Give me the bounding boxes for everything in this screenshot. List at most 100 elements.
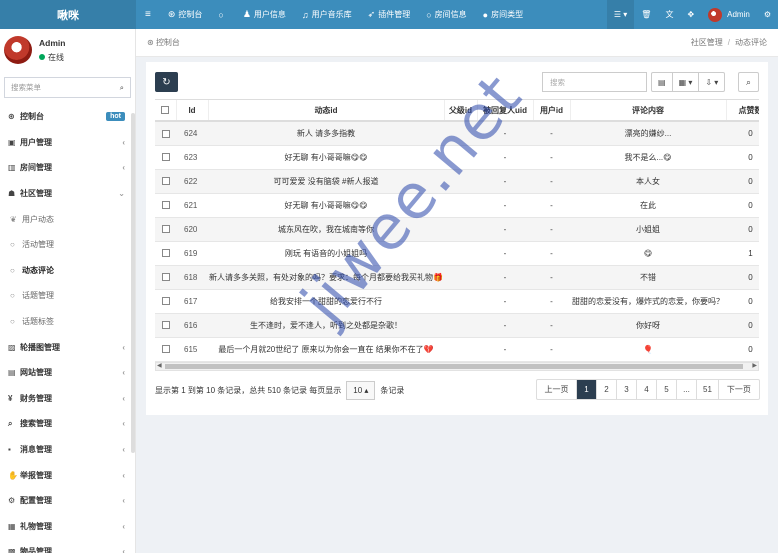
sidebar-item[interactable]: ▦ 礼物管理 ‹ [0, 514, 135, 540]
sidebar-item[interactable]: ✋ 举报管理 ‹ [0, 462, 135, 488]
sidebar-item[interactable]: ▣ 用户管理 ‹ [0, 130, 135, 156]
column-header[interactable]: 点赞数 [726, 100, 759, 122]
row-checkbox[interactable] [161, 129, 170, 138]
row-checkbox[interactable] [161, 153, 170, 162]
refresh-button[interactable]: ↻ [155, 72, 178, 92]
circle-filled-icon: ● [482, 9, 489, 20]
row-checkbox-cell[interactable] [155, 217, 176, 242]
scroll-right-icon[interactable]: ▶ [752, 362, 757, 369]
row-checkbox-cell[interactable] [155, 337, 176, 362]
sidebar-scrollbar[interactable] [131, 113, 135, 453]
search-icon[interactable]: ⌕ [120, 83, 124, 93]
table-row[interactable]: 624 新人 请多多指教 - - 漂亮的嫌纱... 0 [155, 121, 759, 146]
column-header[interactable]: 评论内容 [570, 100, 727, 122]
brand-logo[interactable]: 啾咪 [0, 0, 136, 29]
table-row[interactable]: 618 新人请多多关照，有处对象的吗？要求：每个月都要给我买礼物🎁 - - 不错 0 [155, 265, 759, 290]
column-header[interactable]: 父级id [444, 100, 478, 122]
scroll-left-icon[interactable]: ◀ [157, 362, 162, 369]
row-checkbox[interactable] [161, 273, 170, 282]
sidebar-item[interactable]: ○ 话题管理 [0, 283, 135, 309]
sidebar-item[interactable]: ⌕ 搜索管理 ‹ [0, 411, 135, 437]
row-checkbox-cell[interactable] [155, 145, 176, 170]
sidebar-item[interactable]: ⊛ 控制台 hot [0, 104, 135, 130]
row-checkbox[interactable] [161, 225, 170, 234]
row-checkbox-cell[interactable] [155, 241, 176, 266]
sidebar-search-input[interactable]: 搜索菜单 ⌕ [4, 77, 131, 98]
row-checkbox[interactable] [161, 177, 170, 186]
scroll-thumb[interactable] [165, 364, 743, 369]
export-button[interactable]: ⇩ ▾ [699, 73, 724, 91]
sidebar-item[interactable]: ○ 活动管理 [0, 232, 135, 258]
table-row[interactable]: 615 最后一个月就20世纪了 原来以为你会一直在 结果你不在了💔 - - 🎈 0 [155, 337, 759, 362]
page-number-button[interactable]: 3 [617, 380, 637, 399]
language-button[interactable]: 文 [658, 0, 680, 29]
sidebar-item[interactable]: ▪ 消息管理 ‹ [0, 437, 135, 463]
menu-toggle-button[interactable]: ☰ ▾ [606, 0, 635, 29]
top-nav-tab[interactable]: ➶ 插件管理 [360, 0, 419, 29]
row-checkbox-cell[interactable] [155, 289, 176, 314]
chevron-icon: ⌄ [118, 189, 125, 199]
clear-cache-button[interactable]: 🗑 [634, 0, 658, 29]
row-checkbox[interactable] [161, 249, 170, 258]
page-number-button[interactable]: ... [677, 380, 697, 399]
sidebar-item[interactable]: ○ 动态评论 [0, 258, 135, 284]
sidebar-item[interactable]: ⚙ 配置管理 ‹ [0, 488, 135, 514]
settings-button[interactable]: ⚙ [757, 0, 778, 29]
table-row[interactable]: 623 好无聊 有小哥哥嘛😋😋 - - 我不是么...😋 0 [155, 145, 759, 170]
top-nav-tab[interactable]: ♫ 用户音乐库 [294, 0, 360, 29]
prev-page-button[interactable]: 上一页 [537, 380, 577, 399]
table-row[interactable]: 621 好无聊 有小哥哥嘛😋😋 - - 在此 0 [155, 193, 759, 218]
select-all-checkbox[interactable] [161, 106, 170, 115]
page-number-button[interactable]: 2 [597, 380, 617, 399]
toggle-view-button[interactable]: ▤ [652, 73, 673, 91]
table-row[interactable]: 616 生不逢时，爱不逢人，听到之处都是杂歌！ - - 你好呀 0 [155, 313, 759, 338]
row-checkbox-cell[interactable] [155, 313, 176, 338]
row-checkbox-cell[interactable] [155, 169, 176, 194]
row-checkbox[interactable] [161, 345, 170, 354]
row-checkbox[interactable] [161, 201, 170, 210]
column-header[interactable]: 用户id [533, 100, 571, 122]
cell-uid: - [533, 121, 570, 146]
top-nav-tab[interactable]: ♟ 用户信息 [235, 0, 294, 29]
row-checkbox-cell[interactable] [155, 265, 176, 290]
sidebar-item[interactable]: ▩ 物品管理 ‹ [0, 539, 135, 553]
sidebar-item[interactable]: ▤ 网站管理 ‹ [0, 360, 135, 386]
breadcrumb-item[interactable]: 社区管理 [691, 38, 723, 47]
sidebar-toggle-button[interactable]: ≡ [136, 0, 160, 29]
fullscreen-button[interactable]: ✥ [680, 0, 701, 29]
page-size-select[interactable]: 10 ▴ [346, 381, 376, 400]
row-checkbox[interactable] [161, 321, 170, 330]
table-search-input[interactable]: 搜索 [542, 72, 647, 92]
sidebar-item[interactable]: ○ 话题标签 [0, 309, 135, 335]
row-checkbox-cell[interactable] [155, 193, 176, 218]
page-number-button[interactable]: 51 [697, 380, 719, 399]
sidebar-item[interactable]: ☗ 社区管理 ⌄ [0, 181, 135, 207]
page-number-button[interactable]: 5 [657, 380, 677, 399]
sidebar-item[interactable]: ¥ 财务管理 ‹ [0, 386, 135, 412]
table-row[interactable]: 617 给我安排一个甜甜的恋爱行不行 - - 甜甜的恋爱没有，爆炸式的恋爱，你要吗？ 0 [155, 289, 759, 314]
table-row[interactable]: 619 刚玩 有语音的小姐姐吗 - - 😋 1 [155, 241, 759, 266]
page-number-button[interactable]: 1 [577, 380, 597, 399]
top-nav-tab[interactable]: ● 房间类型 [475, 0, 531, 29]
sidebar-item[interactable]: ▨ 轮播图管理 ‹ [0, 334, 135, 360]
select-all-checkbox-cell[interactable] [155, 100, 177, 122]
row-checkbox-cell[interactable] [155, 121, 176, 146]
page-number-button[interactable]: 4 [637, 380, 657, 399]
column-header[interactable]: Id [176, 100, 209, 122]
table-row[interactable]: 620 城东风在吹，我在城南等你 - - 小姐姐 0 [155, 217, 759, 242]
columns-button[interactable]: ▦ ▾ [673, 73, 700, 91]
top-nav-tab[interactable]: ○ 房间信息 [418, 0, 474, 29]
horizontal-scrollbar[interactable]: ◀ ▶ [155, 362, 759, 371]
table-row[interactable]: 622 可可爱爱 没有脑袋 #新人报道 - - 本人女 0 [155, 169, 759, 194]
top-nav-tab[interactable]: ⊛ 控制台 [160, 0, 211, 29]
breadcrumb-home[interactable]: ⊛ 控制台 [147, 37, 180, 48]
user-menu[interactable]: Admin [701, 0, 757, 29]
sidebar-item[interactable]: ▥ 房间管理 ‹ [0, 155, 135, 181]
column-header[interactable]: 被回复人uid [477, 100, 534, 122]
next-page-button[interactable]: 下一页 [719, 380, 759, 399]
column-header[interactable]: 动态id [208, 100, 445, 122]
top-nav-tab[interactable]: ○ [210, 0, 234, 29]
row-checkbox[interactable] [161, 297, 170, 306]
advanced-search-button[interactable]: ⌕ [738, 72, 759, 92]
sidebar-item[interactable]: ❦ 用户动态 [0, 206, 135, 232]
